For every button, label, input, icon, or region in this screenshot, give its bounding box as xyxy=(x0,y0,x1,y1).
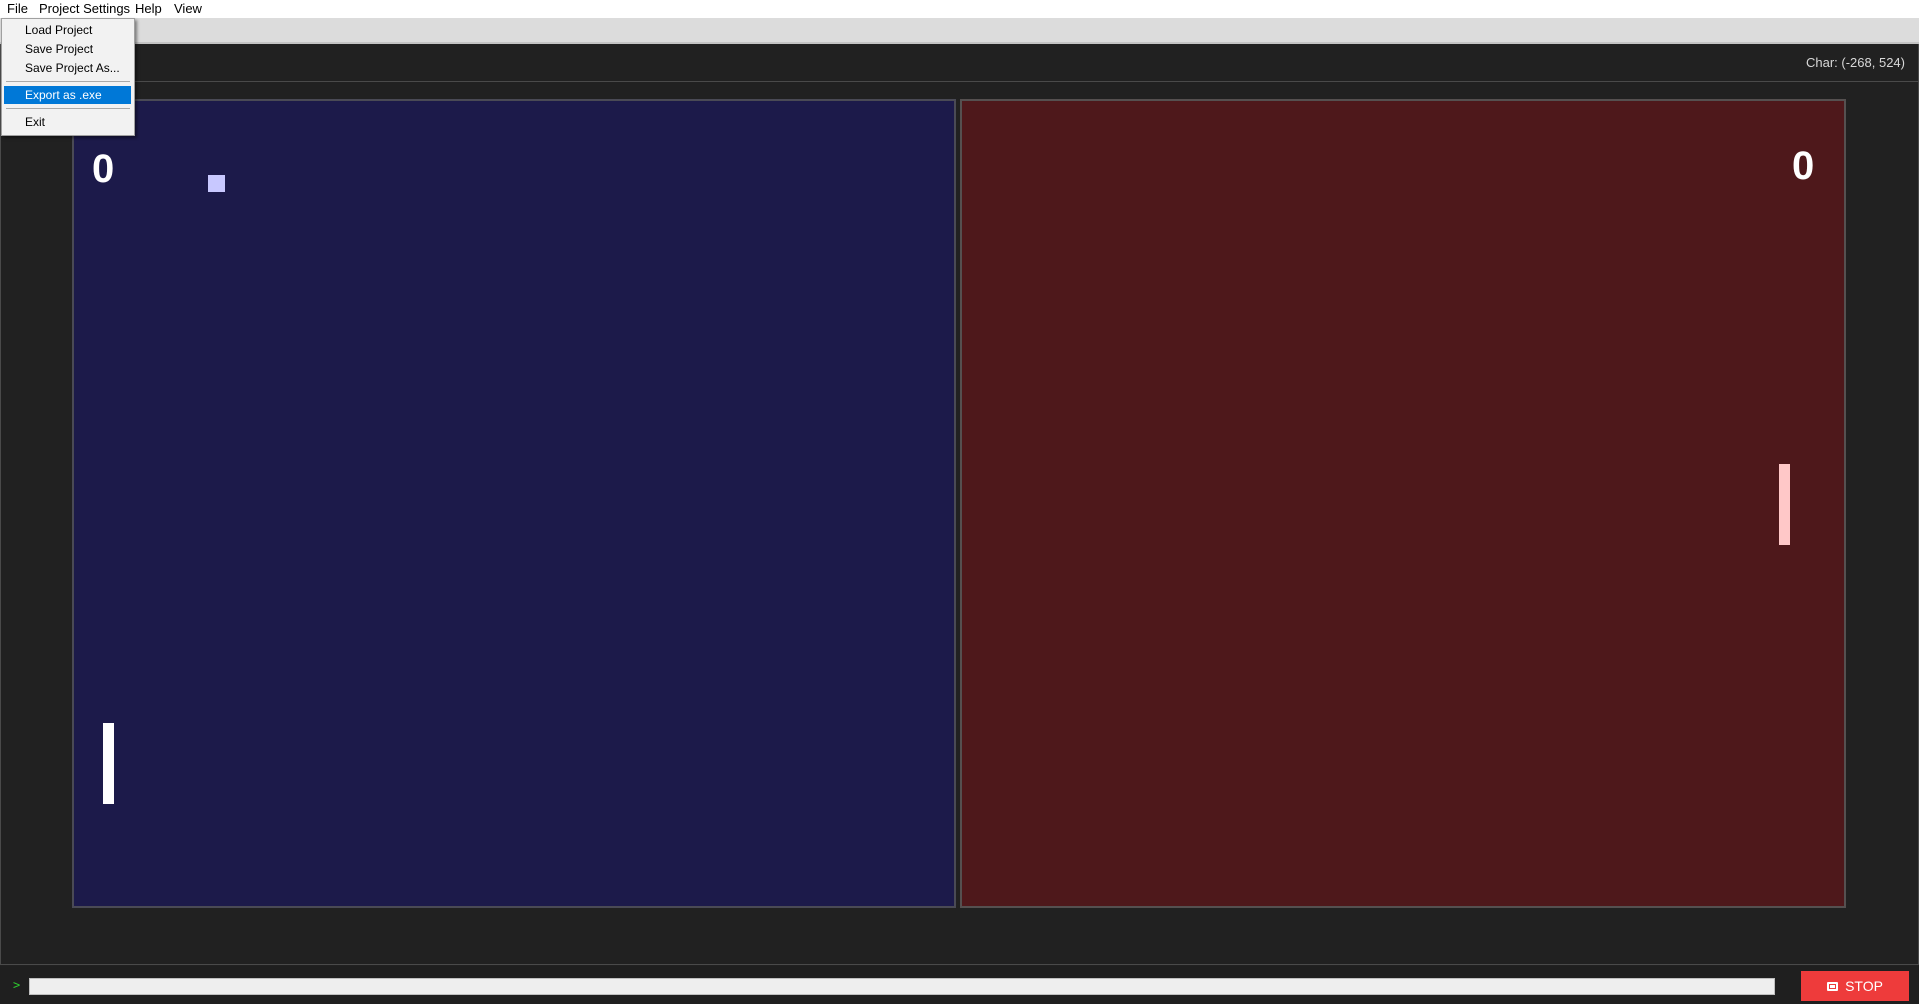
stop-icon xyxy=(1827,981,1839,991)
stop-button-label: STOP xyxy=(1845,978,1883,994)
stop-button[interactable]: STOP xyxy=(1801,971,1909,1001)
toolbar-strip xyxy=(0,18,1919,44)
right-court xyxy=(960,99,1846,908)
menu-project-settings[interactable]: Project Settings xyxy=(37,1,132,16)
file-dropdown-menu: Load Project Save Project Save Project A… xyxy=(1,18,135,136)
menu-view[interactable]: View xyxy=(172,1,204,16)
menu-item-exit[interactable]: Exit xyxy=(4,113,131,131)
console-bar: > STOP xyxy=(0,966,1919,1004)
left-score: 0 xyxy=(92,147,115,191)
right-paddle xyxy=(1779,464,1790,545)
menu-bar: File Project Settings Help View xyxy=(0,0,1919,18)
char-position-readout: Char: (-268, 524) xyxy=(1806,55,1905,70)
console-prompt: > xyxy=(13,978,21,992)
menu-item-load-project[interactable]: Load Project xyxy=(4,21,131,39)
menu-separator xyxy=(6,108,130,109)
menu-help[interactable]: Help xyxy=(133,1,164,16)
ball xyxy=(208,175,225,192)
left-court xyxy=(72,99,956,908)
header-divider xyxy=(1,81,1918,82)
menu-item-save-project-as[interactable]: Save Project As... xyxy=(4,59,131,77)
menu-item-export-exe[interactable]: Export as .exe xyxy=(4,86,131,104)
menu-item-save-project[interactable]: Save Project xyxy=(4,40,131,58)
console-input[interactable] xyxy=(29,978,1775,995)
right-score: 0 xyxy=(1792,144,1815,188)
menu-file[interactable]: File xyxy=(5,1,30,16)
left-paddle xyxy=(103,723,114,804)
app-window: File Project Settings Help View Char: (-… xyxy=(0,0,1919,1004)
menu-separator xyxy=(6,81,130,82)
